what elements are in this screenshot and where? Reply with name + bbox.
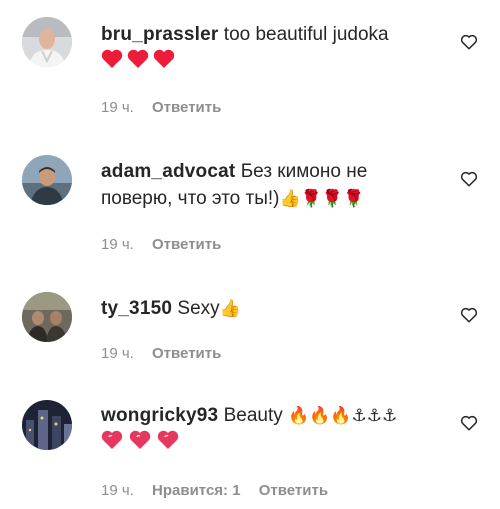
like-heart-icon[interactable]	[460, 170, 478, 188]
comment-time[interactable]: 19 ч.	[101, 482, 134, 499]
comment-username[interactable]: bru_prassler	[101, 24, 219, 45]
comment-username[interactable]: ty_3150	[101, 298, 172, 319]
comment-emojis	[101, 430, 181, 453]
comment-meta: 19 ч. Ответить	[101, 236, 235, 254]
comment-username[interactable]: wongricky93	[101, 405, 218, 426]
comment-time[interactable]: 19 ч.	[101, 236, 134, 253]
reply-button[interactable]: Ответить	[152, 345, 221, 362]
avatar[interactable]	[22, 292, 72, 342]
comment-emojis: 👍🌹🌹🌹	[279, 189, 365, 208]
comment-meta: 19 ч. Ответить	[101, 345, 235, 363]
comment-time[interactable]: 19 ч.	[101, 99, 134, 116]
likes-count-button[interactable]: Нравится: 1	[152, 482, 241, 499]
like-heart-icon[interactable]	[460, 33, 478, 51]
comment-emojis	[101, 49, 177, 72]
reply-button[interactable]: Ответить	[152, 236, 221, 253]
comment-text: bru_prassler too beautiful judoka	[101, 21, 431, 75]
reply-button[interactable]: Ответить	[259, 482, 328, 499]
like-heart-icon[interactable]	[460, 306, 478, 324]
avatar[interactable]	[22, 17, 72, 67]
comment-time[interactable]: 19 ч.	[101, 345, 134, 362]
comment-body: Beauty	[218, 405, 289, 426]
comment-emojis: 👍	[219, 299, 241, 318]
pink-heart-emoji-row-icon	[101, 430, 179, 449]
comment-emojis: 🔥🔥🔥⚓⚓⚓	[288, 406, 398, 425]
comment-username[interactable]: adam_advocat	[101, 161, 235, 182]
avatar[interactable]	[22, 155, 72, 205]
avatar[interactable]	[22, 400, 72, 450]
like-heart-icon[interactable]	[460, 414, 478, 432]
comment-text: adam_advocat Без кимоно не поверю, что э…	[101, 158, 431, 212]
comment-body: too beautiful judoka	[218, 24, 389, 45]
comment-text: wongricky93 Beauty 🔥🔥🔥⚓⚓⚓	[101, 402, 431, 456]
comment-meta: 19 ч. Ответить	[101, 99, 235, 117]
comment-body: Sexy	[172, 298, 220, 319]
reply-button[interactable]: Ответить	[152, 99, 221, 116]
heart-emoji-row-icon	[101, 49, 175, 68]
comment-meta: 19 ч. Нравится: 1 Ответить	[101, 482, 342, 500]
comment-text: ty_3150 Sexy👍	[101, 295, 431, 322]
